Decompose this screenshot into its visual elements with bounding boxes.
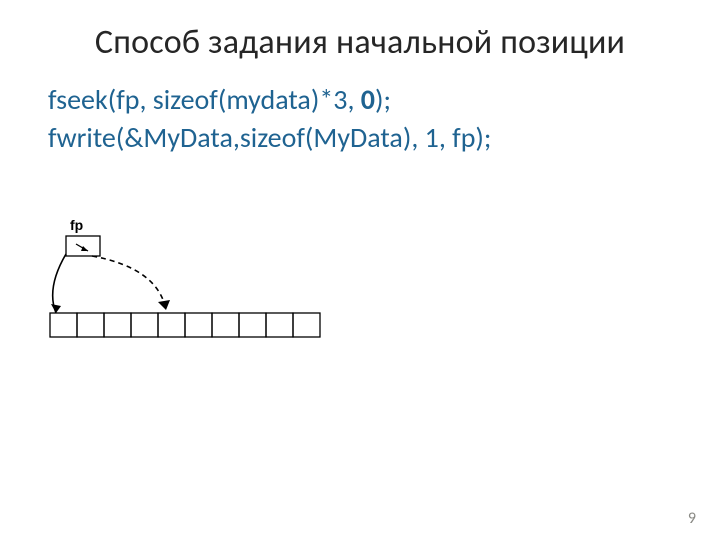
fseek-diagram: fp [48,218,368,348]
code-line-2: fwrite(&MyData,sizeof(MyData), 1, fp); [48,119,672,157]
cells-row [50,313,320,337]
fp-label: fp [70,218,83,233]
code-line-1-left: fseek(fp, sizeof(mydata)*3, [48,82,361,117]
code-line-1-bold: 0 [361,82,375,117]
page-number: 9 [688,509,696,528]
code-line-1-right: ); [375,82,391,117]
code-line-1: fseek(fp, sizeof(mydata)*3, 0); [48,81,672,119]
slide-title: Cпособ задания начальной позиции [0,0,720,81]
dashed-arrow [92,256,170,310]
fp-box-arrow [76,244,88,251]
code-block: fseek(fp, sizeof(mydata)*3, 0); fwrite(&… [0,81,720,157]
solid-arrow [51,254,66,313]
